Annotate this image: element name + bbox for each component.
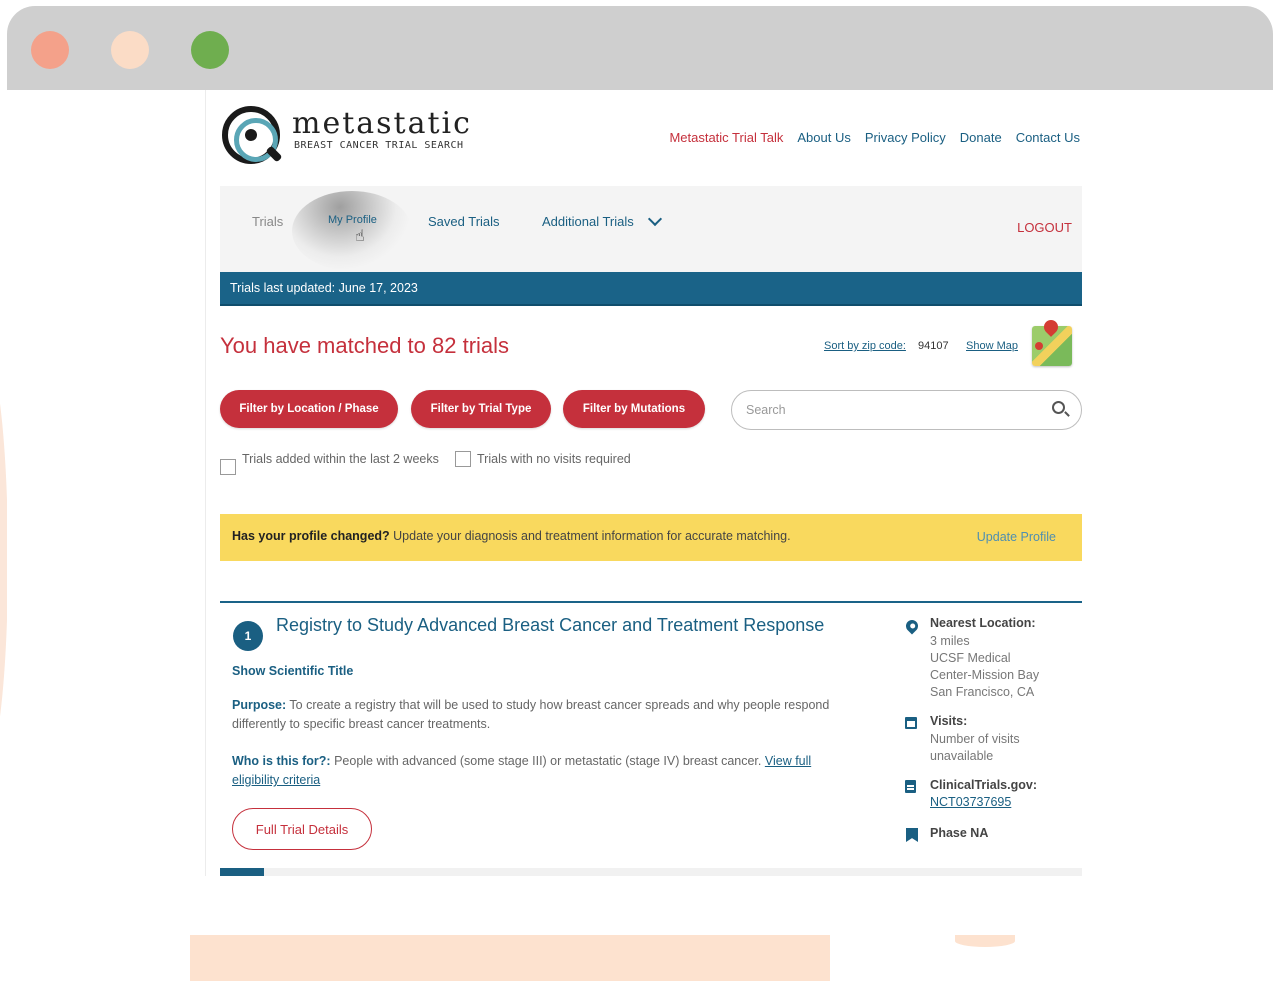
top-nav-donate[interactable]: Donate	[960, 130, 1002, 145]
site-name-line-2: Center-Mission Bay	[930, 668, 1040, 682]
distance: 3 miles	[930, 634, 970, 648]
last-updated-bar: Trials last updated: June 17, 2023	[220, 272, 1082, 306]
tab-additional-trials[interactable]: Additional Trials	[542, 214, 634, 229]
recent-trials-label: Trials added within the last 2 weeks	[242, 452, 439, 466]
maximize-window-icon[interactable]	[191, 31, 229, 69]
who-label: Who is this for?:	[232, 754, 331, 768]
purpose-label: Purpose:	[232, 698, 287, 712]
top-nav-contact[interactable]: Contact Us	[1016, 130, 1080, 145]
sort-by-zip-link[interactable]: Sort by zip code:	[824, 340, 906, 352]
search-box	[731, 390, 1082, 430]
search-icon[interactable]	[1052, 401, 1065, 414]
no-visits-checkbox[interactable]	[455, 451, 471, 467]
top-nav-trial-talk[interactable]: Metastatic Trial Talk	[669, 130, 783, 145]
map-icon[interactable]	[1032, 326, 1072, 366]
chevron-down-icon[interactable]	[647, 211, 663, 227]
calendar-icon	[905, 717, 917, 729]
clinicaltrials-id-link[interactable]: NCT03737695	[930, 795, 1011, 809]
trial-title-link[interactable]: Registry to Study Advanced Breast Cancer…	[276, 615, 824, 636]
main-nav: Trials My Profile ☝ Saved Trials Additio…	[220, 186, 1082, 272]
site-city: San Francisco, CA	[930, 685, 1035, 699]
window-titlebar	[7, 6, 1273, 90]
site-name-line-1: UCSF Medical	[930, 651, 1011, 665]
web-page: metastatic BREAST CANCER TRIAL SEARCH Me…	[205, 90, 1095, 876]
background-glow-bottom-small	[955, 935, 1015, 947]
recent-trials-checkbox[interactable]	[220, 459, 236, 475]
banner-question: Has your profile changed?	[232, 529, 390, 543]
location-pin-icon	[903, 617, 921, 635]
trial-audience: Who is this for?: People with advanced (…	[232, 752, 842, 790]
phase-label: Phase NA	[930, 826, 989, 840]
who-text: People with advanced (some stage III) or…	[330, 754, 765, 768]
banner-text: Update your diagnosis and treatment info…	[389, 529, 791, 543]
no-visits-label: Trials with no visits required	[477, 452, 631, 466]
search-input[interactable]	[746, 400, 1036, 420]
tab-my-profile[interactable]: My Profile	[328, 214, 377, 226]
purpose-text: To create a registry that will be used t…	[232, 698, 830, 731]
brand-tagline: BREAST CANCER TRIAL SEARCH	[294, 140, 464, 151]
nearest-location-label: Nearest Location:	[930, 616, 1036, 630]
visits-details: Number of visits unavailable	[930, 731, 1020, 765]
minimize-window-icon[interactable]	[111, 31, 149, 69]
close-window-icon[interactable]	[31, 31, 69, 69]
show-scientific-title-link[interactable]: Show Scientific Title	[232, 664, 353, 678]
screen: metastatic BREAST CANCER TRIAL SEARCH Me…	[0, 0, 1273, 981]
bookmark-icon	[906, 828, 918, 842]
show-map-link[interactable]: Show Map	[966, 340, 1018, 352]
filter-trial-type-button[interactable]: Filter by Trial Type	[411, 390, 551, 428]
match-count-heading: You have matched to 82 trials	[220, 333, 510, 358]
zip-code-value: 94107	[918, 340, 949, 352]
top-nav-about[interactable]: About Us	[797, 130, 850, 145]
filter-mutations-button[interactable]: Filter by Mutations	[563, 390, 705, 428]
visits-label: Visits:	[930, 714, 968, 728]
tab-trials[interactable]: Trials	[252, 214, 283, 229]
visits-line-1: Number of visits	[930, 732, 1020, 746]
document-icon	[905, 780, 916, 793]
trial-purpose: Purpose: To create a registry that will …	[232, 696, 832, 734]
logout-button[interactable]: LOGOUT	[1017, 220, 1072, 235]
update-profile-link[interactable]: Update Profile	[977, 530, 1056, 544]
nearest-location-details: 3 miles UCSF Medical Center-Mission Bay …	[930, 633, 1039, 701]
hand-cursor-icon: ☝	[355, 228, 365, 245]
filter-location-phase-button[interactable]: Filter by Location / Phase	[220, 390, 398, 428]
next-card-edge	[220, 868, 1082, 876]
click-highlight	[292, 191, 412, 271]
trial-number-badge: 1	[233, 621, 263, 651]
background-glow-bottom	[190, 935, 830, 981]
profile-changed-banner: Has your profile changed? Update your di…	[220, 514, 1082, 561]
clinicaltrials-label: ClinicalTrials.gov:	[930, 778, 1037, 792]
card-divider	[220, 601, 1082, 603]
visits-line-2: unavailable	[930, 749, 994, 763]
top-nav: Metastatic Trial Talk About Us Privacy P…	[669, 130, 1080, 145]
magnifier-handle-icon	[265, 145, 283, 163]
top-nav-privacy[interactable]: Privacy Policy	[865, 130, 946, 145]
full-trial-details-button[interactable]: Full Trial Details	[232, 808, 372, 850]
brand-name[interactable]: metastatic	[292, 106, 472, 141]
tab-saved-trials[interactable]: Saved Trials	[428, 214, 500, 229]
